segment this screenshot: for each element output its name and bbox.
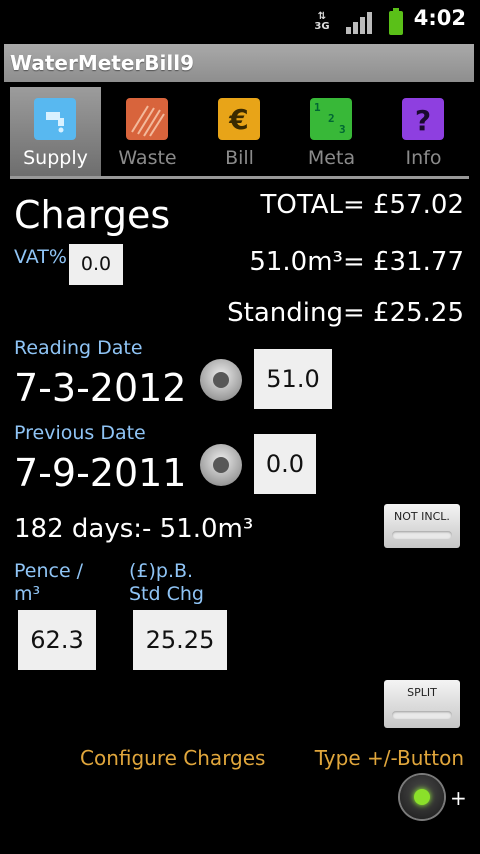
signal-strength-icon	[346, 12, 374, 34]
split-label: SPLIT	[407, 686, 437, 699]
pence-per-m3-input[interactable]: 62.3	[18, 610, 96, 670]
svg-text:1: 1	[314, 101, 321, 114]
app-title-bar: WaterMeterBill9	[4, 44, 474, 82]
tap-icon	[34, 98, 76, 140]
reading-value-input[interactable]: 51.0	[254, 349, 332, 409]
tab-waste[interactable]: Waste	[102, 87, 193, 176]
tab-bill[interactable]: € Bill	[194, 87, 285, 176]
previous-date[interactable]: 7-9-2011	[14, 451, 186, 495]
numbers-grid-icon: 123	[310, 98, 352, 140]
question-icon: ?	[402, 98, 444, 140]
svg-text:3: 3	[339, 123, 346, 136]
tab-meta-label: Meta	[307, 147, 356, 169]
drain-grate-icon	[126, 98, 168, 140]
reading-radio[interactable]	[200, 359, 242, 401]
pence-label-line1: Pence /	[14, 560, 84, 582]
total-text: TOTAL= £57.02	[260, 190, 464, 220]
standing-text: Standing= £25.25	[227, 298, 464, 328]
std-charge-input[interactable]: 25.25	[133, 610, 227, 670]
tab-waste-label: Waste	[118, 147, 177, 169]
clock: 4:02	[413, 6, 466, 30]
split-toggle-bar	[392, 711, 452, 719]
euro-icon: €	[218, 98, 260, 140]
tab-info-label: Info	[405, 147, 442, 169]
app-title: WaterMeterBill9	[10, 51, 195, 75]
tab-underline	[10, 176, 469, 179]
configure-charges-link[interactable]: Configure Charges	[80, 746, 265, 770]
type-button-label: Type +/-Button	[314, 746, 464, 770]
tab-supply-label: Supply	[23, 147, 88, 169]
vat-label: VAT%	[14, 246, 67, 268]
green-indicator-icon	[414, 789, 430, 805]
std-label-line1: (£)p.B.	[129, 560, 194, 582]
tab-bill-label: Bill	[225, 147, 254, 169]
usage-cost-text: 51.0m³= £31.77	[249, 247, 464, 277]
std-label-line2: Std Chg	[129, 583, 204, 605]
svg-text:?: ?	[415, 104, 431, 137]
not-incl-toggle-bar	[392, 531, 452, 539]
previous-radio[interactable]	[200, 444, 242, 486]
charges-heading: Charges	[14, 193, 171, 237]
svg-text:2: 2	[328, 112, 335, 125]
reading-date-label: Reading Date	[14, 337, 143, 359]
tab-bar: Supply Waste € Bill 123 Meta ? Info	[10, 87, 469, 179]
type-toggle-button[interactable]	[400, 775, 444, 819]
pence-label-line2: m³	[14, 583, 41, 605]
network-3g-icon: ⇅ 3G	[314, 11, 330, 32]
previous-value-input[interactable]: 0.0	[254, 434, 316, 494]
not-incl-button[interactable]: NOT INCL.	[384, 504, 460, 548]
battery-charging-icon	[389, 8, 403, 35]
svg-text:€: €	[228, 103, 248, 136]
split-button[interactable]: SPLIT	[384, 680, 460, 728]
not-incl-label: NOT INCL.	[394, 510, 450, 523]
days-summary: 182 days:- 51.0m³	[14, 514, 254, 544]
vat-input[interactable]: 0.0	[69, 244, 123, 285]
previous-date-label: Previous Date	[14, 422, 146, 444]
reading-date[interactable]: 7-3-2012	[14, 366, 186, 410]
status-bar: ⇅ 3G 4:02	[0, 0, 480, 38]
tab-supply[interactable]: Supply	[10, 87, 101, 176]
tab-meta[interactable]: 123 Meta	[286, 87, 377, 176]
plus-sign: +	[450, 786, 467, 810]
tab-info[interactable]: ? Info	[378, 87, 469, 176]
